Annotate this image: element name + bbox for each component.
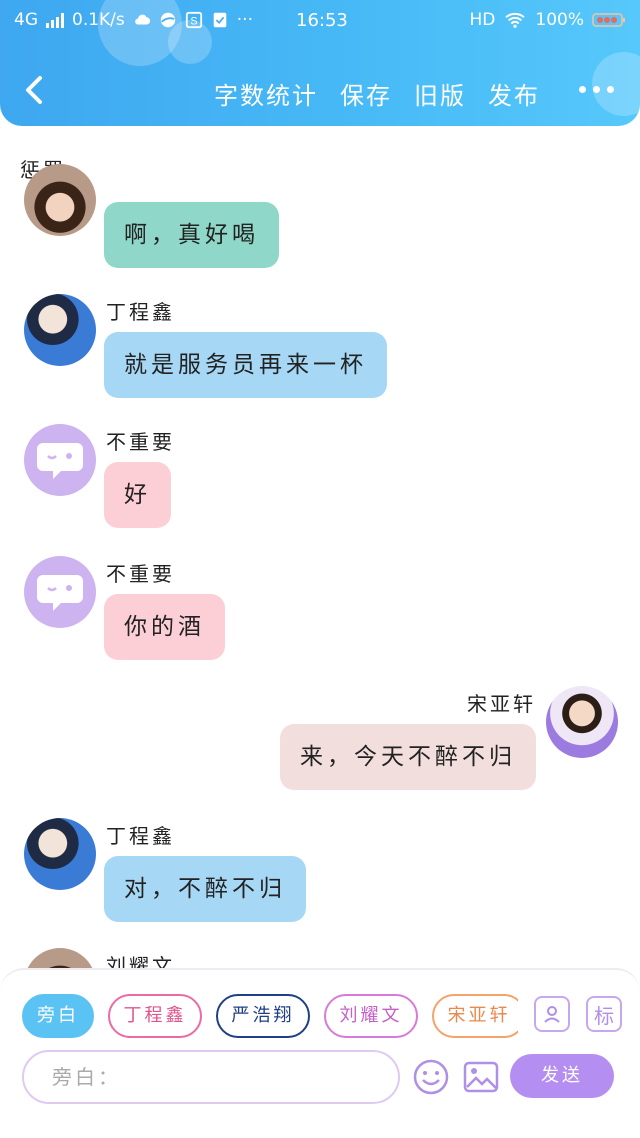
- person-icon: [544, 1006, 560, 1023]
- clock: 16:53: [296, 10, 348, 31]
- svg-text:S: S: [190, 16, 197, 28]
- cloud-icon: [134, 14, 150, 25]
- role-chip[interactable]: 丁程鑫: [108, 994, 202, 1038]
- chat-area: 惩罚， 啊，真好喝 丁程鑫 就是服务员再来一杯 不重要 好 不重要 你的酒 宋亚…: [0, 126, 640, 968]
- status-bar: 4G 0.1K/s S ··· 16:53 HD 100%: [0, 0, 640, 44]
- more-options-icon[interactable]: [579, 86, 614, 93]
- message-input[interactable]: 旁白：: [22, 1050, 400, 1104]
- publish-button[interactable]: 发布: [488, 76, 540, 111]
- battery-level: 100%: [535, 10, 584, 30]
- more-notifications-icon: ···: [236, 10, 253, 30]
- avatar[interactable]: [24, 164, 96, 236]
- avatar[interactable]: [24, 424, 96, 496]
- top-header: 4G 0.1K/s S ··· 16:53 HD 100% 字数统计 保存 旧版…: [0, 0, 640, 126]
- avatar[interactable]: [546, 686, 618, 758]
- hd-indicator: HD: [469, 10, 496, 30]
- speaker-name: 宋亚轩: [467, 692, 536, 716]
- sphere-icon: [160, 12, 175, 28]
- emoji-icon[interactable]: [412, 1058, 450, 1096]
- s-app-icon: S: [185, 11, 202, 29]
- avatar[interactable]: [24, 294, 96, 366]
- nav-bar: 字数统计 保存 旧版 发布: [0, 58, 640, 122]
- role-chip[interactable]: 严浩翔: [216, 994, 310, 1038]
- avatar[interactable]: [24, 948, 96, 968]
- old-version-button[interactable]: 旧版: [414, 76, 466, 111]
- message-bubble[interactable]: 啊，真好喝: [104, 202, 279, 268]
- add-role-button[interactable]: [534, 996, 570, 1032]
- image-icon[interactable]: [462, 1058, 500, 1096]
- wifi-icon: [505, 12, 526, 28]
- avatar[interactable]: [24, 818, 96, 890]
- chat-bubble-icon: [37, 443, 83, 479]
- save-button[interactable]: 保存: [340, 76, 392, 111]
- network-type: 4G: [14, 10, 38, 30]
- message-bubble[interactable]: 好: [104, 462, 171, 528]
- speaker-name: 不重要: [106, 562, 175, 586]
- message-bubble[interactable]: 来，今天不醉不归: [280, 724, 536, 790]
- signal-icon: [46, 12, 64, 28]
- role-chip-narrator[interactable]: 旁白: [22, 994, 94, 1038]
- send-button[interactable]: 发送: [510, 1054, 614, 1098]
- battery-icon: [592, 13, 625, 27]
- back-arrow-icon[interactable]: [16, 72, 52, 108]
- speaker-name: 刘耀文: [106, 954, 175, 968]
- message-bubble[interactable]: 就是服务员再来一杯: [104, 332, 387, 398]
- chat-bubble-icon: [37, 575, 83, 611]
- role-chip[interactable]: 宋亚轩: [432, 994, 518, 1038]
- role-selector: 旁白 丁程鑫 严浩翔 刘耀文 宋亚轩: [22, 994, 518, 1038]
- speaker-name: 丁程鑫: [106, 300, 175, 324]
- composer-panel: 旁白 丁程鑫 严浩翔 刘耀文 宋亚轩 标 旁白： 发送: [0, 968, 640, 1138]
- message-bubble[interactable]: 对，不醉不归: [104, 856, 306, 922]
- word-count-button[interactable]: 字数统计: [214, 76, 318, 111]
- mark-button[interactable]: 标: [586, 996, 622, 1032]
- header-actions: 字数统计 保存 旧版 发布: [214, 76, 540, 111]
- avatar[interactable]: [24, 556, 96, 628]
- network-speed: 0.1K/s: [72, 10, 125, 30]
- speaker-name: 丁程鑫: [106, 824, 175, 848]
- message-bubble[interactable]: 你的酒: [104, 594, 225, 660]
- speaker-name: 不重要: [106, 430, 175, 454]
- role-chip[interactable]: 刘耀文: [324, 994, 418, 1038]
- task-check-icon: [213, 12, 227, 28]
